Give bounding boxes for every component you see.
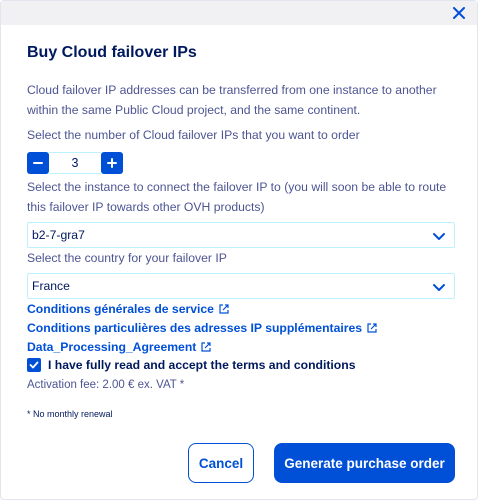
modal-title: Buy Cloud failover IPs [27,44,197,61]
terms-label: I have fully read and accept the terms a… [48,358,356,372]
terms-row: I have fully read and accept the terms a… [27,358,355,372]
country-selected-value: France [32,279,70,293]
activation-fee: Activation fee: 2.00 € ex. VAT * [27,379,185,391]
decrement-button[interactable] [27,152,49,174]
terms-checkbox[interactable] [27,358,41,372]
chevron-down-icon [433,284,445,291]
ip-conditions-link[interactable]: Conditions particulières des adresses IP… [27,321,377,335]
link-label: Conditions particulières des adresses IP… [27,321,363,335]
general-conditions-link[interactable]: Conditions générales de service [27,302,229,316]
instance-select[interactable]: b2-7-gra7 [27,222,455,248]
link-label: Data_Processing_Agreement [27,340,197,354]
data-processing-link[interactable]: Data_Processing_Agreement [27,340,211,354]
check-icon [29,361,39,369]
external-link-icon [219,304,229,314]
modal-header-bar [1,1,477,25]
close-button[interactable] [449,3,469,23]
external-link-icon [201,342,211,352]
minus-icon [33,162,43,164]
country-select[interactable]: France [27,273,455,299]
plus-icon [107,158,117,168]
quantity-label: Select the number of Cloud failover IPs … [27,128,360,142]
country-label: Select the country for your failover IP [27,251,227,265]
close-icon [453,7,465,19]
quantity-stepper: 3 [27,152,123,174]
quantity-input[interactable]: 3 [49,152,101,174]
instance-selected-value: b2-7-gra7 [32,228,85,242]
cancel-button[interactable]: Cancel [188,443,254,483]
renewal-note: * No monthly renewal [27,409,113,419]
modal-description: Cloud failover IP addresses can be trans… [27,83,437,117]
instance-label: Select the instance to connect the failo… [27,180,447,214]
external-link-icon [367,323,377,333]
buy-failover-ip-modal: Buy Cloud failover IPs Cloud failover IP… [0,0,478,500]
chevron-down-icon [433,233,445,240]
generate-purchase-order-button[interactable]: Generate purchase order [274,443,455,483]
increment-button[interactable] [101,152,123,174]
link-label: Conditions générales de service [27,302,214,316]
